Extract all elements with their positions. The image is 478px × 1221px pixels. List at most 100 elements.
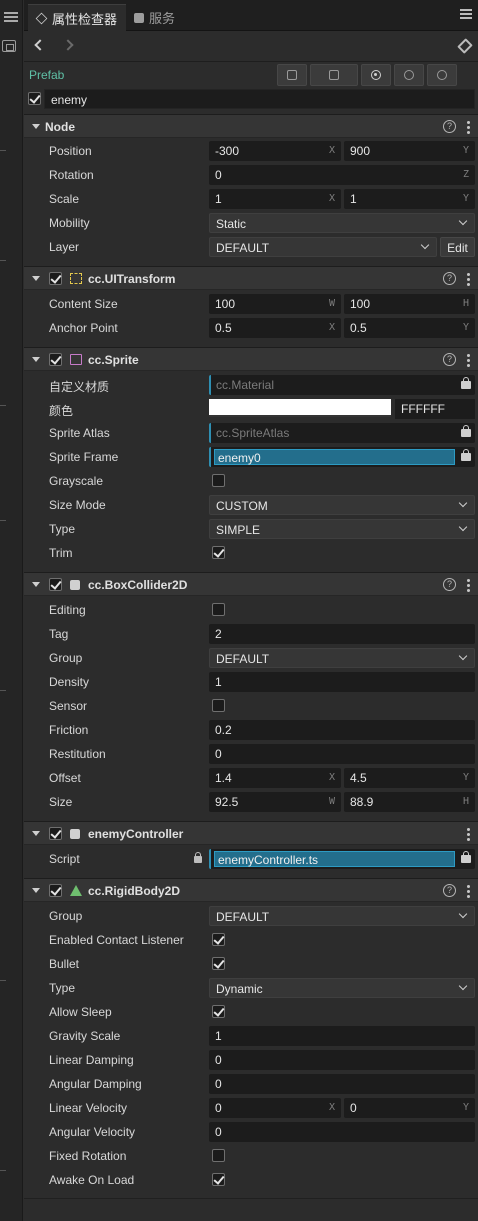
panel-menu-icon[interactable]: [460, 9, 472, 19]
collapse-arrow-icon[interactable]: [32, 888, 40, 893]
awake-on-load-checkbox[interactable]: [212, 1173, 225, 1186]
menu-icon[interactable]: [4, 12, 18, 22]
gravity-scale-row: Gravity Scale 1: [24, 1024, 478, 1048]
edit-prefab-button[interactable]: [277, 64, 307, 86]
editing-checkbox[interactable]: [212, 603, 225, 616]
help-icon[interactable]: ?: [443, 120, 456, 133]
linear-velocity-y-input[interactable]: 0Y: [344, 1098, 475, 1118]
enemycontroller-section-header[interactable]: enemyController: [24, 821, 478, 845]
material-asset-field[interactable]: cc.Material: [209, 375, 475, 395]
anchor-x-input[interactable]: 0.5 X: [209, 318, 341, 338]
revert-prefab-button[interactable]: [394, 64, 424, 86]
position-x-input[interactable]: -300 X: [209, 141, 341, 161]
scale-x-input[interactable]: 1X: [209, 189, 341, 209]
apply-prefab-button[interactable]: [427, 64, 457, 86]
fixed-rotation-checkbox[interactable]: [212, 1149, 225, 1162]
pin-icon[interactable]: [458, 40, 470, 52]
sprite-type-select[interactable]: SIMPLE: [209, 519, 475, 539]
friction-input[interactable]: 0.2: [209, 720, 475, 740]
collider-group-select[interactable]: DEFAULT: [209, 648, 475, 668]
component-enabled-checkbox[interactable]: [49, 272, 62, 285]
scale-y-input[interactable]: 1Y: [344, 189, 475, 209]
rb-group-select[interactable]: DEFAULT: [209, 906, 475, 926]
section-title: Node: [45, 120, 75, 134]
ruler-tick: [0, 690, 6, 691]
more-options-icon[interactable]: [467, 884, 470, 898]
color-hex-input[interactable]: FFFFFF: [395, 399, 475, 419]
forward-arrow-icon[interactable]: [62, 39, 74, 51]
linear-damping-input[interactable]: 0: [209, 1050, 475, 1070]
gravity-scale-input[interactable]: 1: [209, 1026, 475, 1046]
position-y-input[interactable]: 900 Y: [344, 141, 475, 161]
sprite-section-header[interactable]: cc.Sprite ?: [24, 347, 478, 371]
angular-damping-input[interactable]: 0: [209, 1074, 475, 1094]
color-swatch[interactable]: [209, 399, 391, 417]
component-enabled-checkbox[interactable]: [49, 578, 62, 591]
help-icon[interactable]: ?: [443, 272, 456, 285]
sprite-atlas-field[interactable]: cc.SpriteAtlas: [209, 423, 475, 443]
more-options-icon[interactable]: [467, 272, 470, 286]
script-asset-field[interactable]: enemyController.ts: [209, 849, 475, 869]
size-width-input[interactable]: 92.5 W: [209, 792, 341, 812]
unlink-prefab-button[interactable]: [310, 64, 358, 86]
linear-velocity-x-input[interactable]: 0X: [209, 1098, 341, 1118]
node-name-input[interactable]: enemy: [44, 89, 475, 109]
more-options-icon[interactable]: [467, 578, 470, 592]
collapse-arrow-icon[interactable]: [32, 276, 40, 281]
help-icon[interactable]: ?: [443, 353, 456, 366]
rigidbody-section-header[interactable]: cc.RigidBody2D ?: [24, 878, 478, 902]
trim-checkbox[interactable]: [212, 546, 225, 559]
size-height-input[interactable]: 88.9 H: [344, 792, 475, 812]
allow-sleep-checkbox[interactable]: [212, 1005, 225, 1018]
collapse-arrow-icon[interactable]: [32, 831, 40, 836]
mobility-select[interactable]: Static: [209, 213, 475, 233]
contact-listener-checkbox[interactable]: [212, 933, 225, 946]
more-options-icon[interactable]: [467, 827, 470, 841]
sprite-atlas-row: Sprite Atlas cc.SpriteAtlas: [24, 421, 478, 445]
component-enabled-checkbox[interactable]: [49, 884, 62, 897]
content-height-input[interactable]: 100 H: [344, 294, 475, 314]
more-options-icon[interactable]: [467, 120, 470, 134]
uitransform-section-header[interactable]: cc.UITransform ?: [24, 266, 478, 290]
help-icon[interactable]: ?: [443, 578, 456, 591]
anchor-y-input[interactable]: 0.5 Y: [344, 318, 475, 338]
offset-x-input[interactable]: 1.4 X: [209, 768, 341, 788]
component-enabled-checkbox[interactable]: [49, 827, 62, 840]
boxcollider-section-header[interactable]: cc.BoxCollider2D ?: [24, 572, 478, 596]
grayscale-checkbox[interactable]: [212, 474, 225, 487]
node-section-header[interactable]: Node ?: [24, 114, 478, 138]
tab-inspector[interactable]: 属性检查器: [28, 4, 126, 31]
collapse-arrow-icon[interactable]: [32, 582, 40, 587]
offset-y-input[interactable]: 4.5 Y: [344, 768, 475, 788]
sprite-frame-field[interactable]: enemy0: [209, 447, 475, 467]
layer-select[interactable]: DEFAULT: [209, 237, 437, 257]
anchor-label: Anchor Point: [49, 321, 118, 335]
bullet-checkbox[interactable]: [212, 957, 225, 970]
hierarchy-icon[interactable]: [2, 40, 16, 52]
size-mode-select[interactable]: CUSTOM: [209, 495, 475, 515]
content-width-input[interactable]: 100 W: [209, 294, 341, 314]
collapse-arrow-icon[interactable]: [32, 357, 40, 362]
layer-edit-button[interactable]: Edit: [440, 237, 475, 257]
back-arrow-icon[interactable]: [34, 39, 46, 51]
rotation-z-input[interactable]: 0Z: [209, 165, 475, 185]
restitution-input[interactable]: 0: [209, 744, 475, 764]
component-enabled-checkbox[interactable]: [49, 353, 62, 366]
sensor-checkbox[interactable]: [212, 699, 225, 712]
tag-input[interactable]: 2: [209, 624, 475, 644]
collapse-arrow-icon[interactable]: [32, 124, 40, 129]
revert-icon: [404, 70, 414, 80]
rb-type-select[interactable]: Dynamic: [209, 978, 475, 998]
angular-velocity-input[interactable]: 0: [209, 1122, 475, 1142]
help-icon[interactable]: ?: [443, 884, 456, 897]
angular-velocity-row: Angular Velocity 0: [24, 1120, 478, 1144]
tab-services[interactable]: 服务: [126, 4, 196, 31]
inspector-panel: 属性检查器 服务 Prefab enemy Node ? Position -3…: [24, 0, 478, 1221]
chevron-down-icon: [458, 651, 468, 661]
node-active-checkbox[interactable]: [28, 92, 41, 105]
fixed-rotation-label: Fixed Rotation: [49, 1149, 127, 1163]
density-input[interactable]: 1: [209, 672, 475, 692]
locate-prefab-button[interactable]: [361, 64, 391, 86]
trim-row: Trim: [24, 541, 478, 565]
more-options-icon[interactable]: [467, 353, 470, 367]
